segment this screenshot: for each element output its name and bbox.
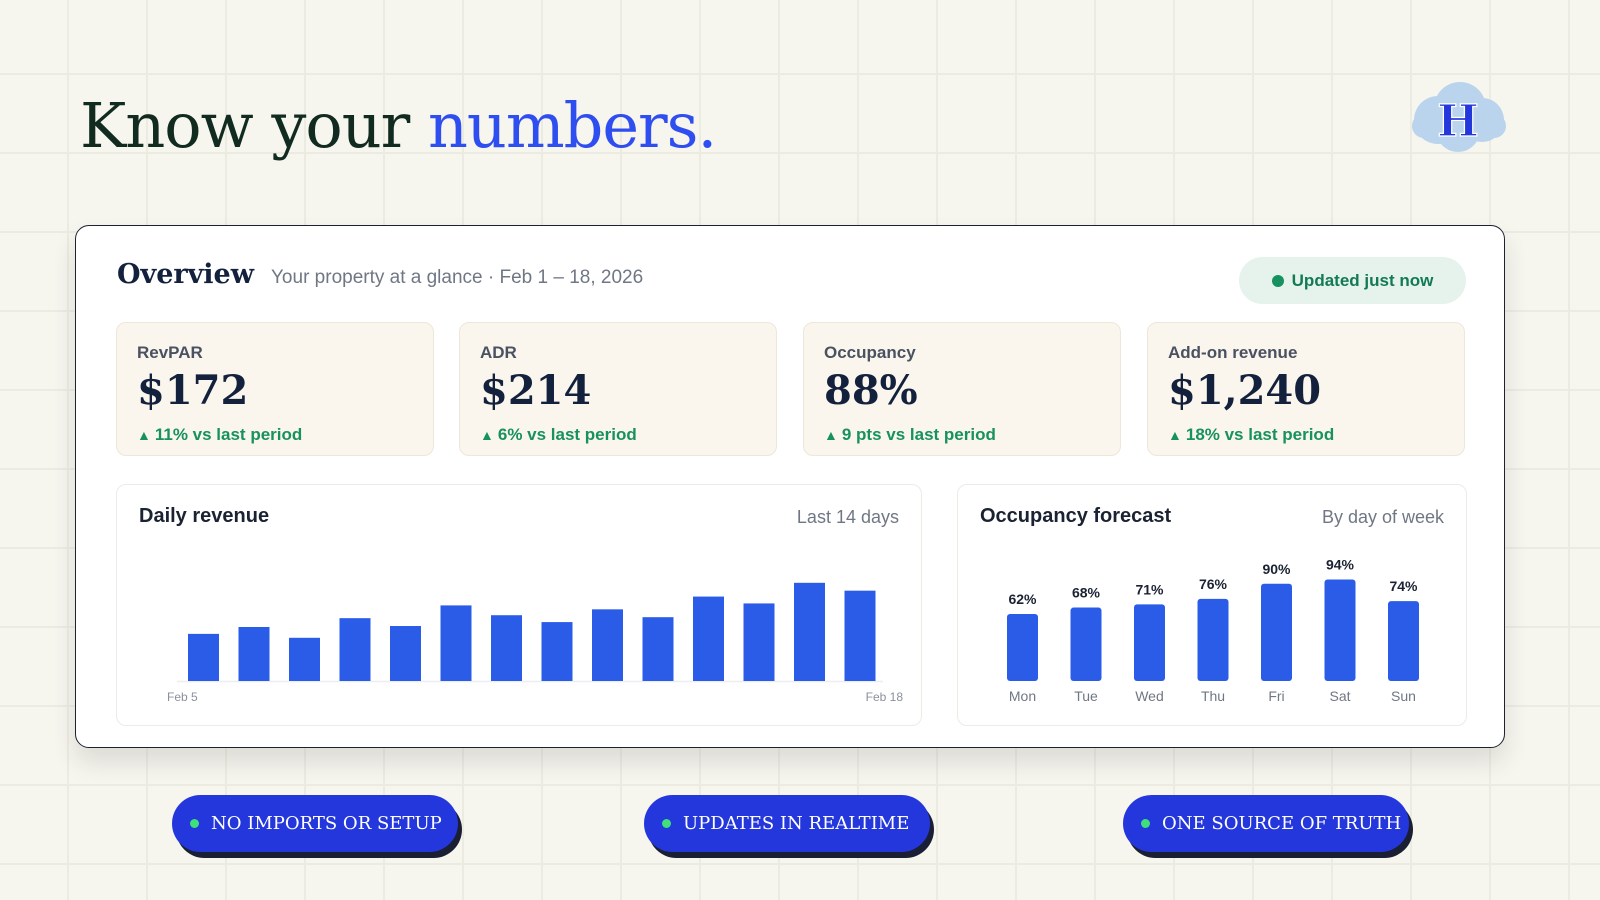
kpi-delta: ▲ 11% vs last period (137, 425, 302, 445)
triangle-up-icon: ▲ (824, 427, 838, 443)
revenue-bar (844, 590, 876, 681)
page-headline: Know your numbers. (80, 86, 717, 166)
bar-data-label: 90% (1262, 561, 1291, 577)
green-dot-icon (662, 819, 671, 828)
revenue-bar (693, 596, 724, 681)
overview-card: Overview Your property at a glance · Feb… (75, 225, 1505, 748)
revenue-bar (592, 609, 623, 681)
bar-data-label: 94% (1326, 556, 1355, 572)
kpi-value: 88% (824, 367, 918, 414)
overview-subtitle: Your property at a glance · Feb 1 – 18, … (271, 267, 644, 288)
kpi-delta: ▲ 9 pts vs last period (824, 425, 996, 445)
pill-no-imports: NO IMPORTS OR SETUP (172, 795, 458, 852)
triangle-up-icon: ▲ (1168, 427, 1182, 443)
revenue-bar (541, 622, 573, 681)
x-tick-label: Feb 5 (167, 690, 198, 704)
kpi-delta-text: 18% vs last period (1185, 425, 1335, 444)
revenue-bar (794, 582, 825, 681)
occupancy-bar (1324, 579, 1356, 681)
revenue-bar (238, 627, 270, 681)
bar-data-label: 76% (1199, 576, 1228, 592)
daily-revenue-panel: Daily revenue Last 14 days Feb 5 Feb 18 (116, 484, 922, 726)
occupancy-forecast-chart: 62% Mon 68% Tue 71% Wed 76% Thu 90% Fri 94% Sat 74% S… (1007, 556, 1419, 704)
bar-data-label: 74% (1389, 578, 1418, 594)
x-tick-label: Tue (1074, 688, 1098, 704)
status-dot-icon (1271, 274, 1284, 287)
updated-status-badge: Updated just now (1239, 257, 1466, 304)
revenue-bar (339, 618, 371, 681)
headline-accent: numbers. (427, 89, 717, 162)
revenue-bar (491, 615, 522, 681)
headline-prefix: Know your (80, 89, 428, 162)
occupancy-bar (1388, 601, 1419, 681)
pill-label: NO IMPORTS OR SETUP (211, 813, 442, 834)
kpi-label: Add-on revenue (1168, 343, 1298, 362)
pill-label: ONE SOURCE OF TRUTH (1162, 813, 1402, 834)
revenue-bar (642, 617, 674, 681)
overview-title: Overview (117, 259, 254, 290)
triangle-up-icon: ▲ (137, 427, 151, 443)
kpi-value: $1,240 (1168, 367, 1322, 414)
occupancy-bar (1134, 604, 1165, 681)
bar-data-label: 71% (1135, 581, 1164, 597)
kpi-card-addon-revenue: Add-on revenue $1,240 ▲ 18% vs last perio… (1147, 322, 1465, 456)
pill-source-of-truth: ONE SOURCE OF TRUTH (1123, 795, 1409, 852)
bar-data-label: 68% (1072, 585, 1101, 601)
kpi-label: RevPAR (137, 343, 203, 362)
occupancy-bar (1197, 598, 1229, 681)
pill-realtime: UPDATES IN REALTIME (644, 795, 930, 852)
x-tick-label: Sat (1329, 688, 1350, 704)
revenue-bar (743, 603, 775, 681)
x-tick-label: Mon (1009, 688, 1036, 704)
daily-revenue-chart: Feb 5 Feb 18 (167, 582, 904, 704)
revenue-bar (188, 633, 219, 681)
kpi-label: Occupancy (824, 343, 916, 362)
revenue-bar (289, 637, 320, 681)
triangle-up-icon: ▲ (480, 427, 494, 443)
x-tick-label: Feb 18 (866, 690, 904, 704)
kpi-card-adr: ADR $214 ▲ 6% vs last period (459, 322, 777, 456)
kpi-value: $172 (137, 367, 249, 414)
x-tick-label: Fri (1268, 688, 1284, 704)
cloud-logo-icon: H (1410, 80, 1506, 154)
kpi-delta-text: 9 pts vs last period (841, 425, 996, 444)
occupancy-bar (1007, 614, 1038, 681)
logo-letter: H (1437, 96, 1479, 147)
occupancy-forecast-panel: Occupancy forecast By day of week 62% Mon… (957, 484, 1467, 726)
x-tick-label: Sun (1391, 688, 1416, 704)
kpi-label: ADR (480, 343, 517, 362)
kpi-delta: ▲ 6% vs last period (480, 425, 637, 445)
occupancy-bar (1070, 607, 1102, 681)
green-dot-icon (190, 819, 199, 828)
x-tick-label: Wed (1135, 688, 1164, 704)
kpi-card-revpar: RevPAR $172 ▲ 11% vs last period (116, 322, 434, 456)
kpi-value: $214 (480, 367, 592, 414)
occupancy-bar (1261, 583, 1292, 681)
pill-label: UPDATES IN REALTIME (683, 813, 910, 834)
kpi-delta: ▲ 18% vs last period (1168, 425, 1334, 445)
updated-status-text: Updated just now (1291, 270, 1434, 290)
kpi-delta-text: 6% vs last period (497, 425, 637, 444)
revenue-bar (440, 605, 472, 681)
x-tick-label: Thu (1201, 688, 1225, 704)
kpi-card-occupancy: Occupancy 88% ▲ 9 pts vs last period (803, 322, 1121, 456)
bar-data-label: 62% (1008, 591, 1037, 607)
kpi-delta-text: 11% vs last period (154, 425, 303, 444)
revenue-bar (390, 626, 421, 681)
green-dot-icon (1141, 819, 1150, 828)
